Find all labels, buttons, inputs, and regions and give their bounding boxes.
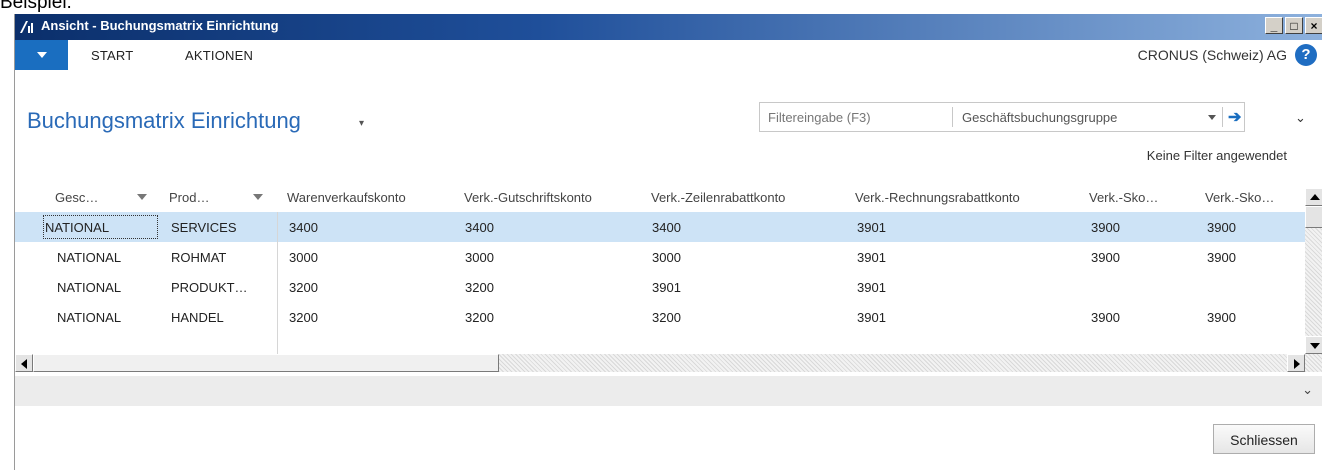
scroll-down-button[interactable]	[1305, 336, 1322, 354]
scroll-left-button[interactable]	[15, 354, 33, 372]
table-cell[interactable]: 3400	[289, 220, 318, 235]
filter-field-select[interactable]: Geschäftsbuchungsgruppe	[962, 110, 1117, 125]
chevron-down-icon[interactable]	[1208, 115, 1216, 120]
column-header-skonto-1[interactable]: Verk.-Sko…	[1089, 190, 1158, 205]
table-cell[interactable]: PRODUKT…	[171, 280, 248, 295]
filter-divider	[952, 107, 953, 127]
window-title: Ansicht - Buchungsmatrix Einrichtung	[41, 18, 279, 33]
column-header-prod[interactable]: Prod…	[169, 190, 209, 205]
table-cell[interactable]: NATIONAL	[57, 310, 121, 325]
table-cell[interactable]: 3200	[465, 310, 494, 325]
table-cell[interactable]: 3400	[652, 220, 681, 235]
table-cell[interactable]: 3900	[1091, 250, 1120, 265]
table-cell[interactable]: NATIONAL	[45, 220, 109, 235]
vertical-scroll-thumb[interactable]	[1305, 206, 1322, 228]
table-cell[interactable]: HANDEL	[171, 310, 224, 325]
tab-aktionen[interactable]: AKTIONEN	[185, 48, 253, 63]
collapse-chevron-icon[interactable]: ⌄	[1295, 110, 1306, 126]
column-header-gesc[interactable]: Gesc…	[55, 190, 98, 205]
column-divider	[277, 212, 278, 356]
table-cell[interactable]: 3900	[1207, 220, 1236, 235]
table-cell[interactable]: NATIONAL	[57, 250, 121, 265]
ribbon: START AKTIONEN CRONUS (Schweiz) AG ?	[15, 40, 1322, 70]
table-row[interactable]: NATIONAL ROHMAT 3000 3000 3000 3901 3900…	[15, 242, 1305, 272]
expand-chevron-icon[interactable]: ⌄	[1302, 382, 1313, 398]
table-cell[interactable]: 3200	[652, 310, 681, 325]
table-cell[interactable]: NATIONAL	[57, 280, 121, 295]
table-row[interactable]: NATIONAL HANDEL 3200 3200 3200 3901 3900…	[15, 302, 1305, 332]
horizontal-scroll-thumb[interactable]	[33, 354, 499, 372]
table-cell[interactable]: 3901	[652, 280, 681, 295]
arrow-down-icon	[1310, 343, 1320, 349]
window-controls: _ □ ×	[1263, 17, 1322, 34]
vertical-scrollbar[interactable]	[1305, 188, 1322, 354]
page-title[interactable]: Buchungsmatrix Einrichtung	[27, 108, 301, 134]
arrow-right-icon	[1294, 359, 1300, 369]
table-cell[interactable]: 3400	[465, 220, 494, 235]
example-caption: Beispiel:	[0, 0, 72, 13]
column-filter-icon[interactable]	[137, 194, 147, 200]
table-cell[interactable]: 3000	[652, 250, 681, 265]
dynamics-logo-icon	[20, 21, 33, 33]
application-menu-button[interactable]	[15, 40, 68, 70]
table-cell[interactable]: 3000	[289, 250, 318, 265]
company-name[interactable]: CRONUS (Schweiz) AG	[1138, 47, 1287, 63]
column-header-warenverkaufskonto[interactable]: Warenverkaufskonto	[287, 190, 406, 205]
column-filter-icon[interactable]	[253, 194, 263, 200]
table-cell[interactable]: 3900	[1091, 220, 1120, 235]
filter-divider	[1222, 107, 1223, 127]
close-window-button[interactable]: ×	[1305, 17, 1322, 34]
table-cell[interactable]: 3200	[465, 280, 494, 295]
column-header-gutschriftskonto[interactable]: Verk.-Gutschriftskonto	[464, 190, 592, 205]
table-cell[interactable]: 3901	[857, 250, 886, 265]
arrow-right-icon[interactable]: ➔	[1228, 107, 1241, 127]
app-window: Ansicht - Buchungsmatrix Einrichtung _ □…	[14, 14, 1322, 470]
grid-header: Gesc… Prod… Warenverkaufskonto Verk.-Gut…	[15, 182, 1305, 212]
horizontal-scrollbar[interactable]	[15, 354, 1322, 372]
table-cell[interactable]: 3901	[857, 310, 886, 325]
table-row[interactable]: NATIONAL PRODUKT… 3200 3200 3901 3901	[15, 272, 1305, 302]
table-cell[interactable]: 3900	[1207, 310, 1236, 325]
minimize-button[interactable]: _	[1265, 17, 1283, 34]
column-header-rechnungsrabattkonto[interactable]: Verk.-Rechnungsrabattkonto	[855, 190, 1020, 205]
scroll-up-button[interactable]	[1305, 188, 1322, 206]
table-cell[interactable]: 3900	[1207, 250, 1236, 265]
page-title-chevron-icon[interactable]: ▾	[359, 118, 364, 129]
table-cell[interactable]: 3000	[465, 250, 494, 265]
column-header-zeilenrabattkonto[interactable]: Verk.-Zeilenrabattkonto	[651, 190, 785, 205]
table-cell[interactable]: 3200	[289, 280, 318, 295]
arrow-up-icon	[1310, 194, 1320, 200]
table-cell[interactable]: ROHMAT	[171, 250, 226, 265]
column-header-skonto-2[interactable]: Verk.-Sko…	[1205, 190, 1274, 205]
filter-input[interactable]: Filtereingabe (F3)	[768, 110, 871, 125]
title-bar: Ansicht - Buchungsmatrix Einrichtung _ □…	[15, 14, 1322, 40]
scroll-right-button[interactable]	[1287, 354, 1305, 372]
table-cell[interactable]: SERVICES	[171, 220, 237, 235]
help-icon[interactable]: ?	[1295, 44, 1317, 66]
table-cell[interactable]: 3900	[1091, 310, 1120, 325]
close-button[interactable]: Schliessen	[1213, 424, 1315, 454]
table-row[interactable]: NATIONAL SERVICES 3400 3400 3400 3901 39…	[15, 212, 1305, 242]
arrow-left-icon	[21, 359, 27, 369]
table-cell[interactable]: 3200	[289, 310, 318, 325]
table-cell[interactable]: 3901	[857, 280, 886, 295]
maximize-button[interactable]: □	[1285, 17, 1303, 34]
filter-status: Keine Filter angewendet	[1146, 148, 1287, 163]
filter-bar: Filtereingabe (F3) Geschäftsbuchungsgrup…	[759, 102, 1245, 132]
tab-start[interactable]: START	[91, 48, 133, 63]
menu-dropdown-icon	[37, 52, 47, 58]
factbox-bar: ⌄	[15, 376, 1322, 406]
table-cell[interactable]: 3901	[857, 220, 886, 235]
